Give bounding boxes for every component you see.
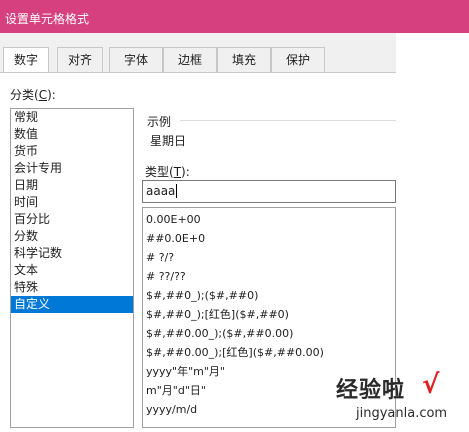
- format-item[interactable]: $#,##0_);($#,##0): [143, 286, 395, 305]
- format-item[interactable]: $#,##0.00_);($#,##0.00): [143, 324, 395, 343]
- format-item[interactable]: 0.00E+00: [143, 210, 395, 229]
- sample-group: 示例 星期日: [142, 113, 396, 153]
- category-item[interactable]: 科学记数: [11, 245, 133, 262]
- tab-number[interactable]: 数字: [3, 47, 49, 74]
- sample-value: 星期日: [150, 134, 187, 148]
- watermark-url: jingyanla.com: [356, 406, 448, 421]
- type-input[interactable]: aaaa: [142, 180, 396, 203]
- category-item[interactable]: 文本: [11, 262, 133, 279]
- category-list[interactable]: 常规 数值 货币 会计专用 日期 时间 百分比 分数 科学记数 文本 特殊 自定…: [10, 108, 134, 428]
- category-label: 分类(C):: [10, 88, 56, 102]
- category-item[interactable]: 常规: [11, 109, 133, 126]
- category-item[interactable]: 特殊: [11, 279, 133, 296]
- format-item[interactable]: # ?/?: [143, 248, 395, 267]
- tab-font[interactable]: 字体: [109, 47, 163, 73]
- category-item[interactable]: 百分比: [11, 211, 133, 228]
- type-label: 类型(T):: [145, 165, 190, 179]
- category-item[interactable]: 日期: [11, 177, 133, 194]
- sample-divider: [180, 120, 396, 121]
- category-item[interactable]: 分数: [11, 228, 133, 245]
- text-cursor: [176, 184, 178, 198]
- dialog-title: 设置单元格格式: [5, 12, 90, 26]
- tab-fill[interactable]: 填充: [217, 47, 271, 73]
- tab-protection[interactable]: 保护: [271, 47, 325, 73]
- tab-border[interactable]: 边框: [163, 47, 217, 73]
- category-item[interactable]: 时间: [11, 194, 133, 211]
- category-item[interactable]: 会计专用: [11, 160, 133, 177]
- background-right: [396, 0, 469, 431]
- watermark-text: 经验啦: [336, 378, 406, 403]
- checkmark-icon: √: [422, 370, 440, 400]
- format-item[interactable]: $#,##0.00_);[红色]($#,##0.00): [143, 343, 395, 362]
- tab-alignment[interactable]: 对齐: [57, 47, 103, 73]
- watermark: 经验啦 √ jingyanla.com: [316, 370, 466, 428]
- category-item[interactable]: 货币: [11, 143, 133, 160]
- format-item[interactable]: # ??/??: [143, 267, 395, 286]
- title-bar: 设置单元格格式: [0, 0, 469, 33]
- sample-label: 示例: [147, 115, 172, 129]
- format-item[interactable]: $#,##0_);[红色]($#,##0): [143, 305, 395, 324]
- category-item[interactable]: 数值: [11, 126, 133, 143]
- category-item-selected[interactable]: 自定义: [11, 296, 133, 313]
- format-item[interactable]: ##0.0E+0: [143, 229, 395, 248]
